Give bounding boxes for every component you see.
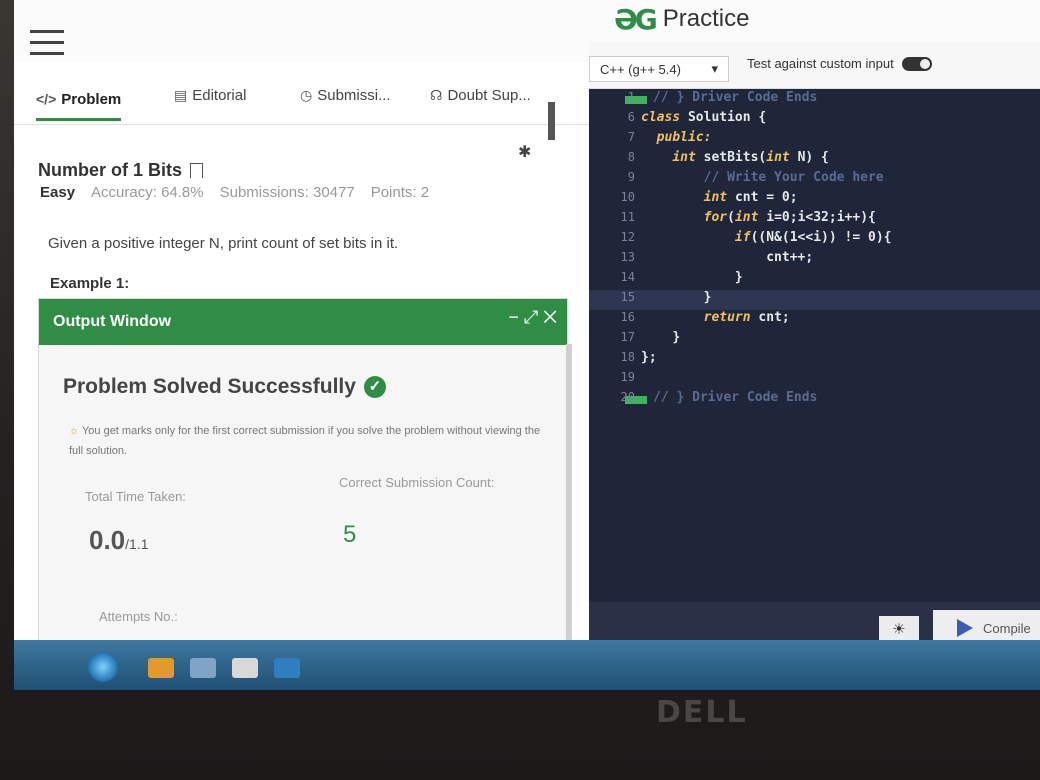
- line-number: 11: [620, 210, 635, 224]
- editorial-icon: ▤: [174, 86, 188, 103]
- brand-text: Practice: [662, 5, 750, 32]
- play-icon: [957, 619, 973, 637]
- line-number: 14: [620, 270, 635, 284]
- time-value: 0.0/1.1: [89, 525, 149, 556]
- custom-input-label: Test against custom input: [747, 56, 894, 71]
- code-line: int cnt = 0;: [703, 190, 798, 205]
- tab-label: Problem: [61, 90, 122, 108]
- os-taskbar: [14, 640, 1040, 690]
- line-number: 1: [627, 90, 635, 104]
- code-line: // } Driver Code Ends: [653, 90, 818, 105]
- code-line: }: [703, 290, 712, 305]
- output-header: Output Window − ⤢ ✕: [39, 299, 567, 345]
- attempts-label: Attempts No.:: [99, 609, 178, 624]
- example-heading: Example 1:: [50, 275, 130, 292]
- line-number: 16: [620, 310, 635, 324]
- accuracy: Accuracy: 64.8%: [91, 184, 204, 201]
- lightbulb-icon: ☼: [69, 425, 80, 437]
- language-select[interactable]: C++ (g++ 5.4) ▾: [589, 56, 729, 82]
- dell-logo: DELL: [656, 695, 748, 730]
- tab-doubt-support[interactable]: ☊ Doubt Sup...: [430, 82, 531, 108]
- gfg-logo-icon: ƏG: [614, 2, 658, 36]
- chevron-down-icon: ▾: [711, 61, 718, 76]
- file-explorer-icon[interactable]: [190, 658, 216, 678]
- tab-submissions[interactable]: ◷ Submissi...: [300, 82, 391, 108]
- custom-input-toggle[interactable]: [901, 56, 932, 71]
- bookmark-icon[interactable]: [190, 163, 204, 178]
- output-title: Output Window: [53, 313, 172, 330]
- compile-label: Compile: [983, 620, 1031, 636]
- output-window-controls[interactable]: − ⤢ ✕: [508, 307, 557, 328]
- problem-tabs: </> Problem ▤ Editorial ◷ Submissi... ☊ …: [14, 62, 589, 140]
- code-line: public:: [656, 130, 712, 145]
- clock-icon: ◷: [300, 86, 313, 103]
- line-number: 20: [620, 390, 635, 404]
- output-scrollbar[interactable]: [566, 344, 572, 644]
- media-player-icon[interactable]: [148, 658, 174, 678]
- editor-panel: C++ (g++ 5.4) ▾ Test against custom inpu…: [589, 42, 1040, 690]
- code-line: }: [672, 330, 681, 345]
- problem-title-text: Number of 1 Bits: [38, 160, 183, 180]
- count-label: Correct Submission Count:: [339, 475, 495, 490]
- problem-title: Number of 1 Bits: [38, 160, 204, 181]
- difficulty: Easy: [40, 184, 76, 201]
- success-message: Problem Solved Successfully ✓: [63, 375, 386, 399]
- check-icon: ✓: [363, 376, 386, 398]
- line-number: 12: [620, 230, 635, 244]
- code-editor[interactable]: 1 // } Driver Code Ends 6 class Solution { 7…: [589, 90, 1040, 450]
- code-line: return cnt;: [703, 310, 790, 325]
- problem-description: Given a positive integer N, print count …: [48, 235, 399, 252]
- screen: ƏG Practice </> Problem ▤ Editorial ◷ Su…: [14, 0, 1040, 690]
- tab-editorial[interactable]: ▤ Editorial: [174, 82, 246, 108]
- editor-toolbar: C++ (g++ 5.4) ▾ Test against custom inpu…: [589, 42, 1040, 89]
- tab-problem[interactable]: </> Problem: [36, 86, 122, 121]
- brand[interactable]: ƏG Practice: [614, 2, 750, 36]
- code-icon: </>: [36, 91, 57, 107]
- line-number: 15: [620, 290, 635, 304]
- line-number: 7: [627, 130, 635, 144]
- code-line: class Solution {: [641, 110, 767, 125]
- line-number: 10: [620, 190, 635, 204]
- app-icon[interactable]: [274, 658, 300, 678]
- line-number: 6: [627, 110, 635, 124]
- points: Points: 2: [370, 184, 430, 201]
- output-window: Output Window − ⤢ ✕ Problem Solved Succe…: [38, 298, 568, 690]
- line-number: 19: [620, 370, 635, 384]
- line-number: 8: [627, 150, 635, 164]
- line-number: 13: [620, 250, 635, 264]
- report-bug-icon[interactable]: ✱: [518, 142, 531, 162]
- problem-panel: </> Problem ▤ Editorial ◷ Submissi... ☊ …: [14, 62, 589, 690]
- count-value: 5: [343, 521, 357, 548]
- code-line: if((N&(1<<i)) != 0){: [734, 230, 892, 245]
- code-line: for(int i=0;i<32;i++){: [703, 210, 876, 225]
- time-label: Total Time Taken:: [85, 489, 186, 504]
- line-number: 18: [620, 350, 635, 364]
- custom-input-option[interactable]: Test against custom input: [747, 56, 932, 71]
- tip-message: You get marks only for the first correct…: [69, 425, 541, 457]
- language-value: C++ (g++ 5.4): [600, 61, 681, 77]
- chrome-icon[interactable]: [232, 658, 258, 678]
- panel-divider-handle[interactable]: [548, 102, 555, 140]
- tab-label: Doubt Sup...: [447, 86, 531, 104]
- code-line: }: [734, 270, 743, 285]
- time-value-total: /1.1: [125, 536, 149, 552]
- code-line: // Write Your Code here: [641, 170, 884, 185]
- time-value-main: 0.0: [89, 525, 126, 555]
- code-line: cnt++;: [766, 250, 814, 265]
- tip-text: ☼ You get marks only for the first corre…: [69, 421, 549, 461]
- line-number: 17: [620, 330, 635, 344]
- headset-icon: ☊: [430, 86, 443, 103]
- tab-label: Editorial: [192, 86, 247, 104]
- success-text: Problem Solved Successfully: [63, 375, 356, 398]
- code-line: // } Driver Code Ends: [653, 390, 818, 405]
- tab-label: Submissi...: [317, 86, 391, 104]
- problem-meta: Easy Accuracy: 64.8% Submissions: 30477 …: [40, 184, 429, 201]
- code-line: };: [641, 350, 657, 365]
- submissions: Submissions: 30477: [219, 184, 355, 201]
- code-line: int setBits(int N) {: [672, 150, 829, 165]
- hamburger-icon[interactable]: [30, 30, 64, 56]
- line-number: 9: [627, 170, 635, 184]
- windows-start-icon[interactable]: [88, 652, 118, 682]
